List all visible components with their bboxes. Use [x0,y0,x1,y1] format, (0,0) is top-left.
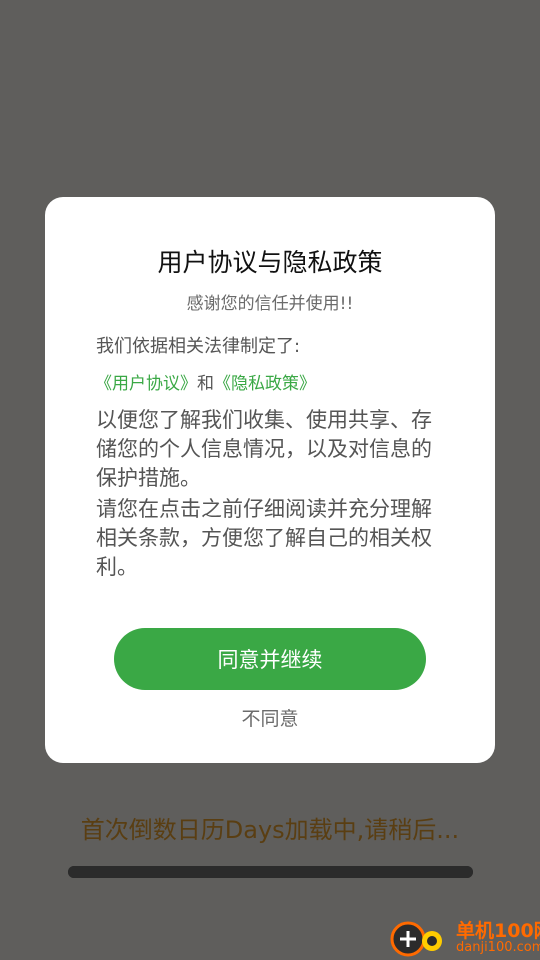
loading-text: 首次倒数日历Days加载中,请稍后... [80,816,460,844]
privacy-policy-link[interactable]: 《隐私政策》 [214,374,316,394]
privacy-dialog: 用户协议与隐私政策 感谢您的信任并使用!! 我们依据相关法律制定了: 《用户协议… [45,197,495,763]
dialog-paragraph-2: 请您在点击之前仔细阅读并充分理解相关条款，方便您了解自己的相关权利。 [96,497,432,579]
agree-button[interactable]: 同意并继续 [114,628,426,690]
dialog-subtitle: 感谢您的信任并使用!! [186,294,354,314]
loading-progress-fill [68,866,473,878]
watermark-brand: 单机100网 [456,920,540,942]
user-agreement-link[interactable]: 《用户协议》 [95,374,197,394]
loading-progress-bar [68,866,473,878]
watermark-logo-icon [390,921,442,957]
policy-links: 《用户协议》和《隐私政策》 [95,369,316,394]
dialog-title: 用户协议与隐私政策 [157,248,383,277]
disagree-button[interactable]: 不同意 [45,704,495,731]
dialog-paragraph-1: 以便您了解我们收集、使用共享、存储您的个人信息情况，以及对信息的保护措施。 [96,408,432,490]
dialog-intro: 我们依据相关法律制定了: [96,336,301,357]
watermark: 单机100网 danji100.com [388,915,540,960]
watermark-url: danji100.com [456,940,540,955]
conjunction-text: 和 [197,374,214,394]
